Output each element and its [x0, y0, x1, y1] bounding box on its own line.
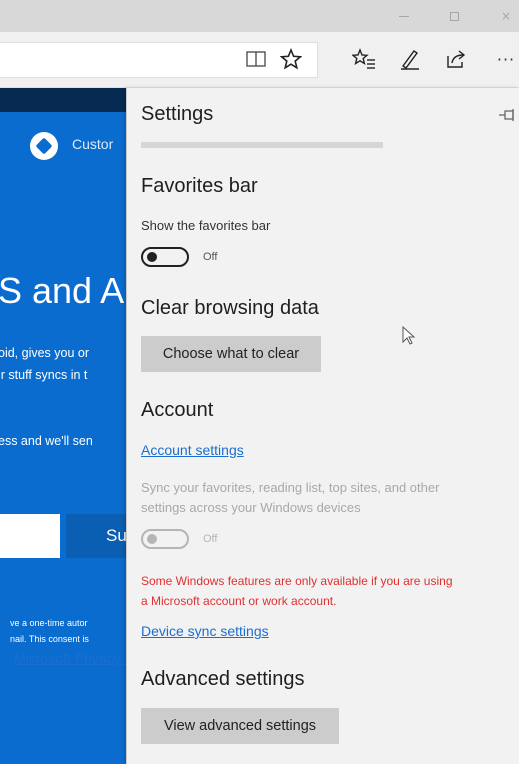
webpage-email-input[interactable]: [0, 514, 60, 558]
sync-description: settings across your Windows devices: [141, 500, 361, 515]
webpage-submit-button[interactable]: Su: [66, 514, 130, 558]
minimize-icon: [399, 15, 409, 17]
webpage-heading: S and A: [0, 270, 125, 311]
maximize-icon: [449, 11, 459, 21]
scrolled-content-remnant: [141, 142, 383, 148]
minimize-button[interactable]: [392, 4, 416, 28]
account-warning: Some Windows features are only available…: [141, 574, 453, 588]
webpage-logo-text: Custor: [72, 136, 114, 152]
settings-title: Settings: [141, 103, 214, 125]
maximize-button[interactable]: [442, 4, 466, 28]
settings-panel: Settings Favorites bar Show the favorite…: [126, 88, 519, 764]
pin-icon[interactable]: [497, 106, 517, 124]
more-icon[interactable]: ···: [492, 44, 519, 74]
favorite-star-icon[interactable]: [277, 44, 305, 74]
view-advanced-settings-button[interactable]: View advanced settings: [141, 708, 339, 744]
webpage-header-strip: [0, 88, 130, 112]
favorites-bar-toggle-state: Off: [203, 251, 218, 263]
choose-what-to-clear-button[interactable]: Choose what to clear: [141, 336, 321, 372]
favorites-bar-toggle[interactable]: [141, 247, 189, 267]
favorites-bar-heading: Favorites bar: [141, 175, 258, 197]
address-bar[interactable]: [0, 42, 318, 78]
mouse-cursor-icon: [402, 325, 416, 350]
sync-description: Sync your favorites, reading list, top s…: [141, 480, 440, 495]
favorites-hub-icon[interactable]: [350, 44, 378, 74]
device-sync-settings-link[interactable]: Device sync settings: [141, 623, 269, 639]
webpage-logo-icon: [30, 132, 58, 160]
close-icon: ×: [500, 9, 512, 23]
webpage-privacy-link[interactable]: Microsoft Privacy S: [14, 650, 130, 666]
webpage-body-line: ir stuff syncs in t: [0, 368, 88, 382]
toggle-knob: [147, 252, 157, 262]
reading-view-icon[interactable]: [242, 44, 270, 74]
share-icon[interactable]: [442, 44, 470, 74]
account-settings-link[interactable]: Account settings: [141, 442, 244, 458]
webpage-body-line: oid, gives you or: [0, 346, 90, 360]
web-note-icon[interactable]: [396, 44, 424, 74]
close-button[interactable]: ×: [494, 4, 518, 28]
webpage-fine-print: ve a one-time autor: [10, 618, 88, 628]
browser-toolbar: ···: [0, 32, 519, 88]
clear-browsing-heading: Clear browsing data: [141, 297, 319, 319]
sync-toggle[interactable]: [141, 529, 189, 549]
sync-toggle-state: Off: [203, 533, 218, 545]
favorites-bar-label: Show the favorites bar: [141, 218, 271, 233]
webpage-fine-print: nail. This consent is: [10, 634, 89, 644]
account-warning: a Microsoft account or work account.: [141, 594, 337, 608]
title-bar: ×: [0, 0, 519, 32]
webpage-content: Custor S and A oid, gives you or ir stuf…: [0, 88, 130, 764]
settings-header: Settings: [127, 88, 519, 142]
webpage-body-line: ess and we'll sen: [0, 434, 93, 448]
toggle-knob: [147, 534, 157, 544]
account-heading: Account: [141, 399, 214, 421]
advanced-settings-heading: Advanced settings: [141, 668, 305, 690]
